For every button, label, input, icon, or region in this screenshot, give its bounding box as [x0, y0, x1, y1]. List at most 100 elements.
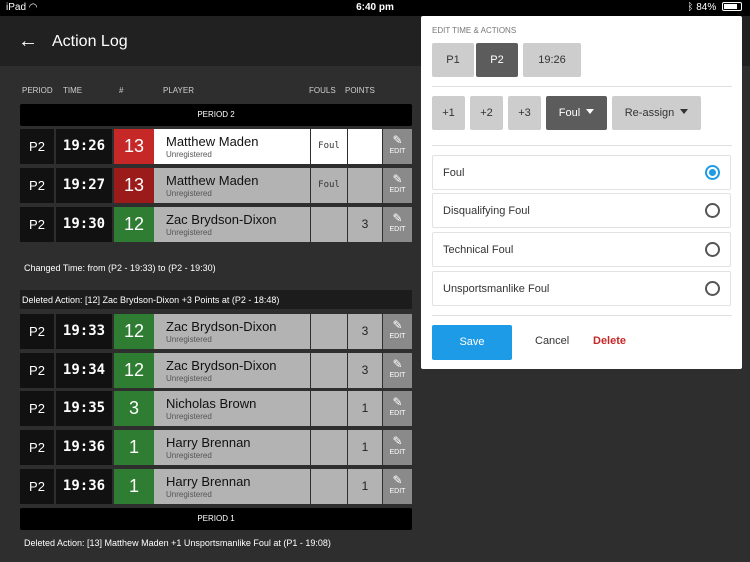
- cancel-button[interactable]: Cancel: [535, 335, 569, 347]
- foul-option[interactable]: Unsportsmanlike Foul: [432, 271, 731, 306]
- edit-label: EDIT: [389, 488, 406, 495]
- edit-button[interactable]: ✎ EDIT: [383, 168, 412, 203]
- status-bar: iPad ◠ 6:40 pm ᛒ 84%: [0, 0, 750, 16]
- edit-button[interactable]: ✎ EDIT: [383, 391, 412, 426]
- radio-icon[interactable]: [705, 203, 720, 218]
- row-jersey-number: 3: [114, 391, 154, 426]
- row-points: 3: [348, 353, 382, 388]
- log-row[interactable]: P2 19:36 1 Harry Brennan Unregistered 1 ✎…: [20, 430, 412, 465]
- player-name: Harry Brennan: [166, 435, 251, 450]
- col-player: PLAYER: [163, 86, 194, 95]
- log-row[interactable]: P2 19:34 12 Zac Brydson-Dixon Unregistere…: [20, 353, 412, 388]
- foul-option[interactable]: Technical Foul: [432, 232, 731, 267]
- plus-three-button[interactable]: +3: [508, 96, 541, 130]
- plus-one-button[interactable]: +1: [432, 96, 465, 130]
- player-name: Harry Brennan: [166, 474, 251, 489]
- row-player: Harry Brennan Unregistered: [154, 430, 310, 465]
- row-jersey-number: 12: [114, 207, 154, 242]
- log-row[interactable]: P2 19:30 12 Zac Brydson-Dixon Unregistere…: [20, 207, 412, 242]
- log-row[interactable]: P2 19:27 13 Matthew Maden Unregistered Fo…: [20, 168, 412, 203]
- reassign-dropdown[interactable]: Re-assign: [612, 96, 701, 130]
- row-fouls: [311, 207, 347, 242]
- divider: [432, 315, 732, 316]
- plus-two-button[interactable]: +2: [470, 96, 503, 130]
- foul-dropdown[interactable]: Foul: [546, 96, 607, 130]
- pencil-icon: ✎: [392, 473, 403, 487]
- foul-option-label: Foul: [443, 167, 465, 179]
- row-period: P2: [20, 207, 54, 242]
- player-name: Matthew Maden: [166, 173, 259, 188]
- row-player: Zac Brydson-Dixon Unregistered: [154, 353, 310, 388]
- row-fouls: [311, 430, 347, 465]
- log-row[interactable]: P2 19:35 3 Nicholas Brown Unregistered 1 …: [20, 391, 412, 426]
- col-time: TIME: [63, 86, 83, 95]
- log-row[interactable]: P2 19:36 1 Harry Brennan Unregistered 1 ✎…: [20, 469, 412, 504]
- edit-button[interactable]: ✎ EDIT: [383, 314, 412, 349]
- radio-icon[interactable]: [705, 242, 720, 257]
- edit-button[interactable]: ✎ EDIT: [383, 430, 412, 465]
- row-period: P2: [20, 129, 54, 164]
- pencil-icon: ✎: [392, 318, 403, 332]
- row-player: Zac Brydson-Dixon Unregistered: [154, 207, 310, 242]
- pencil-icon: ✎: [392, 172, 403, 186]
- edit-label: EDIT: [389, 148, 406, 155]
- edit-button[interactable]: ✎ EDIT: [383, 207, 412, 242]
- foul-option[interactable]: Foul: [432, 155, 731, 190]
- row-jersey-number: 1: [114, 430, 154, 465]
- row-period: P2: [20, 469, 54, 504]
- radio-icon[interactable]: [705, 281, 720, 296]
- edit-button[interactable]: ✎ EDIT: [383, 129, 412, 164]
- pencil-icon: ✎: [392, 357, 403, 371]
- player-status: Unregistered: [166, 412, 212, 421]
- row-player: Zac Brydson-Dixon Unregistered: [154, 314, 310, 349]
- log-row[interactable]: P2 19:33 12 Zac Brydson-Dixon Unregistere…: [20, 314, 412, 349]
- log-row[interactable]: P2 19:26 13 Matthew Maden Unregistered Fo…: [20, 129, 412, 164]
- player-name: Matthew Maden: [166, 134, 259, 149]
- row-time: 19:35: [56, 391, 112, 426]
- pencil-icon: ✎: [392, 133, 403, 147]
- chevron-down-icon: [586, 109, 595, 114]
- foul-option-label: Disqualifying Foul: [443, 205, 530, 217]
- reassign-label: Re-assign: [624, 107, 675, 119]
- edit-button[interactable]: ✎ EDIT: [383, 353, 412, 388]
- player-status: Unregistered: [166, 228, 212, 237]
- period-button-p2[interactable]: P2: [476, 43, 518, 77]
- row-points: [348, 129, 382, 164]
- deleted-action-note: Deleted Action: [12] Zac Brydson-Dixon +…: [20, 290, 412, 309]
- row-time: 19:26: [56, 129, 112, 164]
- row-jersey-number: 12: [114, 314, 154, 349]
- player-name: Zac Brydson-Dixon: [166, 212, 277, 227]
- edit-button[interactable]: ✎ EDIT: [383, 469, 412, 504]
- row-jersey-number: 12: [114, 353, 154, 388]
- row-time: 19:34: [56, 353, 112, 388]
- col-points: POINTS: [345, 86, 375, 95]
- player-status: Unregistered: [166, 490, 212, 499]
- player-status: Unregistered: [166, 189, 212, 198]
- edit-label: EDIT: [389, 449, 406, 456]
- edit-label: EDIT: [389, 410, 406, 417]
- delete-button[interactable]: Delete: [593, 335, 626, 347]
- row-points: 1: [348, 430, 382, 465]
- pencil-icon: ✎: [392, 211, 403, 225]
- period-2-header: PERIOD 2: [20, 104, 412, 126]
- radio-selected-icon[interactable]: [705, 165, 720, 180]
- edit-panel: EDIT TIME & ACTIONS P1 P2 19:26 +1 +2 +3…: [421, 16, 742, 369]
- player-status: Unregistered: [166, 451, 212, 460]
- save-button[interactable]: Save: [432, 325, 512, 360]
- back-arrow-icon[interactable]: ←: [18, 30, 38, 52]
- row-player: Nicholas Brown Unregistered: [154, 391, 310, 426]
- row-player: Matthew Maden Unregistered: [154, 168, 310, 203]
- page-title: Action Log: [52, 33, 128, 50]
- row-period: P2: [20, 353, 54, 388]
- battery-icon: [722, 2, 742, 11]
- row-fouls: [311, 314, 347, 349]
- row-period: P2: [20, 391, 54, 426]
- battery-percent: 84%: [696, 2, 717, 13]
- edit-label: EDIT: [389, 372, 406, 379]
- time-button[interactable]: 19:26: [523, 43, 581, 77]
- edit-panel-header: EDIT TIME & ACTIONS: [432, 26, 517, 35]
- period-button-p1[interactable]: P1: [432, 43, 474, 77]
- row-period: P2: [20, 430, 54, 465]
- battery-status: ᛒ 84%: [687, 2, 742, 13]
- foul-option[interactable]: Disqualifying Foul: [432, 193, 731, 228]
